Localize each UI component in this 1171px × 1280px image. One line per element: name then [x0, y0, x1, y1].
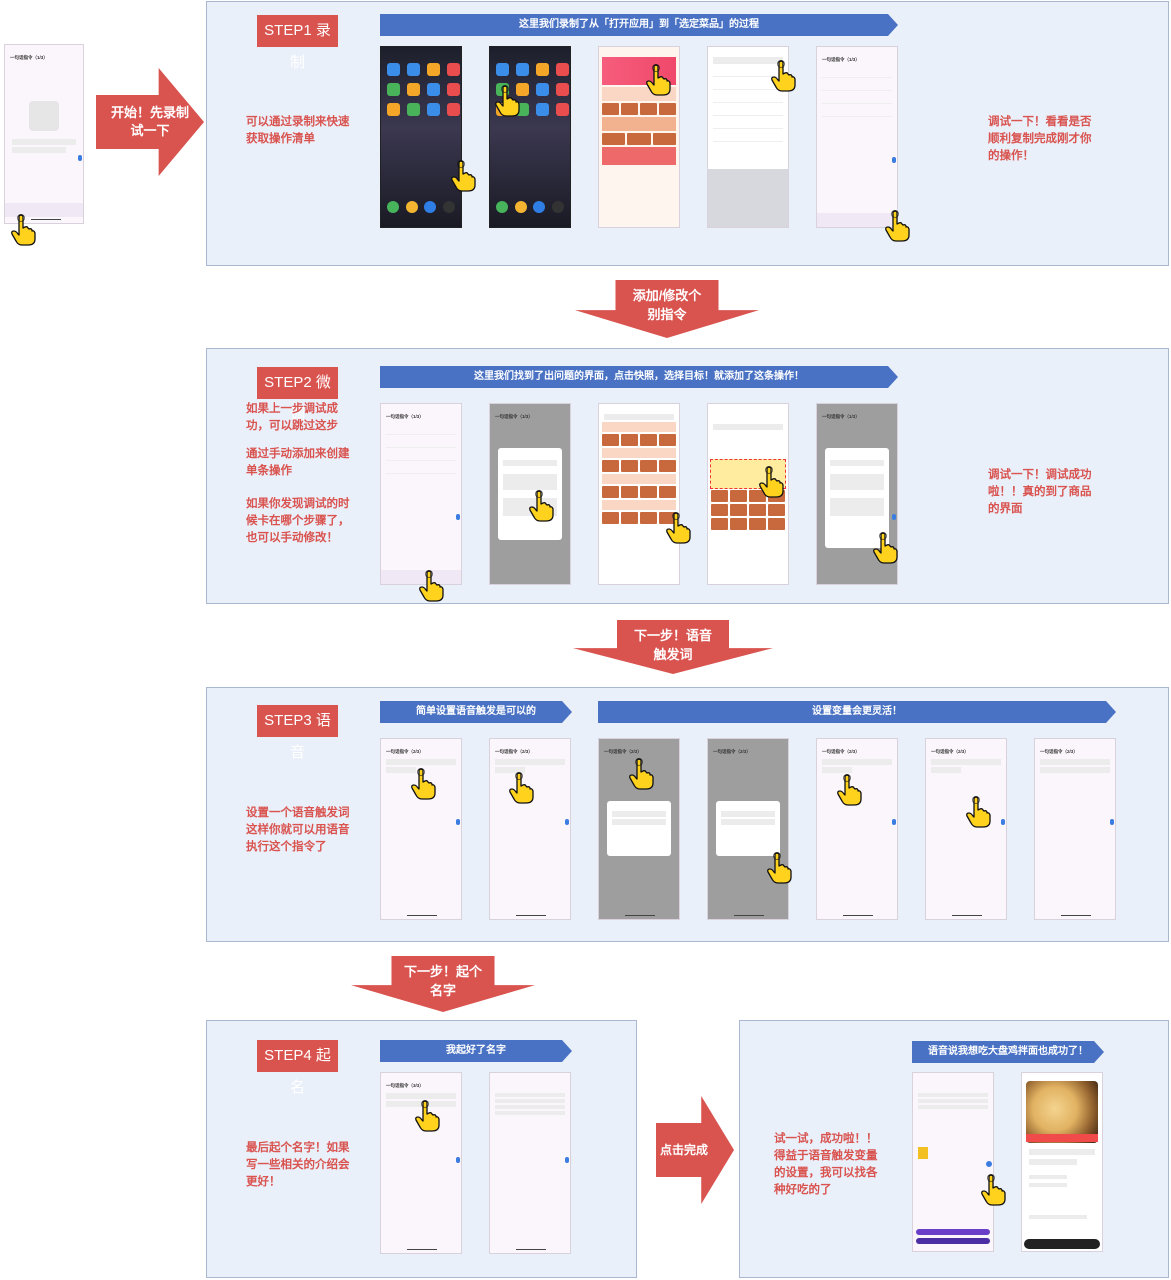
hand-pointer-icon: [980, 1174, 1006, 1206]
step4-phone-2: [489, 1072, 571, 1254]
hand-pointer-icon: [10, 214, 36, 246]
step1-ribbon: 这里我们录制了从「打开应用」到「选定菜品」的过程: [380, 14, 898, 36]
start-phone: 一句话指令（1/3）: [4, 44, 84, 224]
step1-phone-open-app: [489, 46, 571, 228]
step1-note-right: 调试一下！看看是否顺利复制完成刚才你的操作！: [988, 116, 1092, 162]
step3-phone-6: 一句话指令（2/3）: [925, 738, 1007, 920]
step2-badge: STEP2 微调: [257, 367, 338, 423]
step3-phone-2: 一句话指令（2/3）: [489, 738, 571, 920]
step3-ribbon-variable: 设置变量会更灵活！: [598, 701, 1116, 723]
hand-pointer-icon: [872, 532, 898, 564]
step3-ribbon-simple: 简单设置语音触发是可以的: [380, 701, 572, 723]
finish-arrow: 点击完成: [656, 1096, 734, 1204]
hand-pointer-icon: [770, 60, 796, 92]
arrow-add-modify: 添加/修改个别指令: [575, 280, 759, 338]
step4-ribbon: 我起好了名字: [380, 1040, 572, 1062]
final-note: 试一试，成功啦！！得益于语音触发变量的设置，我可以找各种好吃的了: [774, 1133, 878, 1196]
step2-ribbon: 这里我们找到了出问题的界面，点击快照，选择目标！就添加了这条操作！: [380, 366, 898, 388]
hand-pointer-icon: [450, 160, 476, 192]
hand-pointer-icon: [645, 64, 671, 96]
step2-note-right: 调试一下！调试成功啦！！真的到了商品的界面: [988, 469, 1092, 515]
hand-pointer-icon: [528, 490, 554, 522]
step3-phone-7: 一句话指令（2/3）: [1034, 738, 1116, 920]
step1-note-left: 可以通过录制来快速获取操作清单: [246, 116, 350, 145]
hand-pointer-icon: [418, 570, 444, 602]
hand-pointer-icon: [665, 512, 691, 544]
step3-note-left: 设置一个语音触发词这样你就可以用语音执行这个指令了: [246, 807, 350, 853]
hand-pointer-icon: [766, 852, 792, 884]
step4-note-left: 最后起个名字！如果写一些相关的介绍会更好！: [246, 1142, 350, 1188]
hand-pointer-icon: [884, 210, 910, 242]
step2-note-left-1: 如果上一步调试成功，可以跳过这步: [246, 403, 338, 432]
final-phone-assistant: [912, 1072, 994, 1252]
empty-illustration: [29, 101, 59, 131]
final-phone-dish: [1021, 1072, 1103, 1252]
step4-badge: STEP4 起名: [257, 1040, 338, 1096]
keyboard: [708, 169, 788, 227]
step3-badge: STEP3 语音: [257, 705, 338, 761]
hand-pointer-icon: [508, 772, 534, 804]
hand-pointer-icon: [758, 466, 784, 498]
hand-pointer-icon: [414, 1100, 440, 1132]
hand-pointer-icon: [965, 796, 991, 828]
step2-phone-food-list: [598, 403, 680, 585]
step3-phone-5: 一句话指令（2/3）: [816, 738, 898, 920]
phone-title: 一句话指令（1/3）: [10, 55, 48, 60]
start-arrow: 开始！先录制试一下: [96, 68, 204, 176]
step2-note-left-2: 通过手动添加来创建单条操作: [246, 448, 350, 477]
step3-phone-1: 一句话指令（2/3）: [380, 738, 462, 920]
step2-note-left-3: 如果你发现调试的时候卡在哪个步骤了，也可以手动修改！: [246, 498, 350, 544]
status-bar: [5, 45, 83, 53]
final-ribbon: 语音说我想吃大盘鸡拌面也成功了！: [912, 1041, 1104, 1063]
step3-phone-4: 一句话指令（2/3）: [707, 738, 789, 920]
hand-pointer-icon: [410, 768, 436, 800]
arrow-name: 下一步！起个名字: [351, 956, 535, 1012]
arrow-voice-trigger: 下一步！语音触发词: [573, 620, 773, 674]
hand-pointer-icon: [628, 758, 654, 790]
hand-pointer-icon: [494, 85, 520, 117]
step1-phone-home: [380, 46, 462, 228]
step2-phone-list: 一句话指令（1/3）: [380, 403, 462, 585]
step1-badge: STEP1 录制: [257, 15, 338, 71]
step1-phone-list: 一句话指令（1/3）: [816, 46, 898, 228]
hand-pointer-icon: [836, 774, 862, 806]
